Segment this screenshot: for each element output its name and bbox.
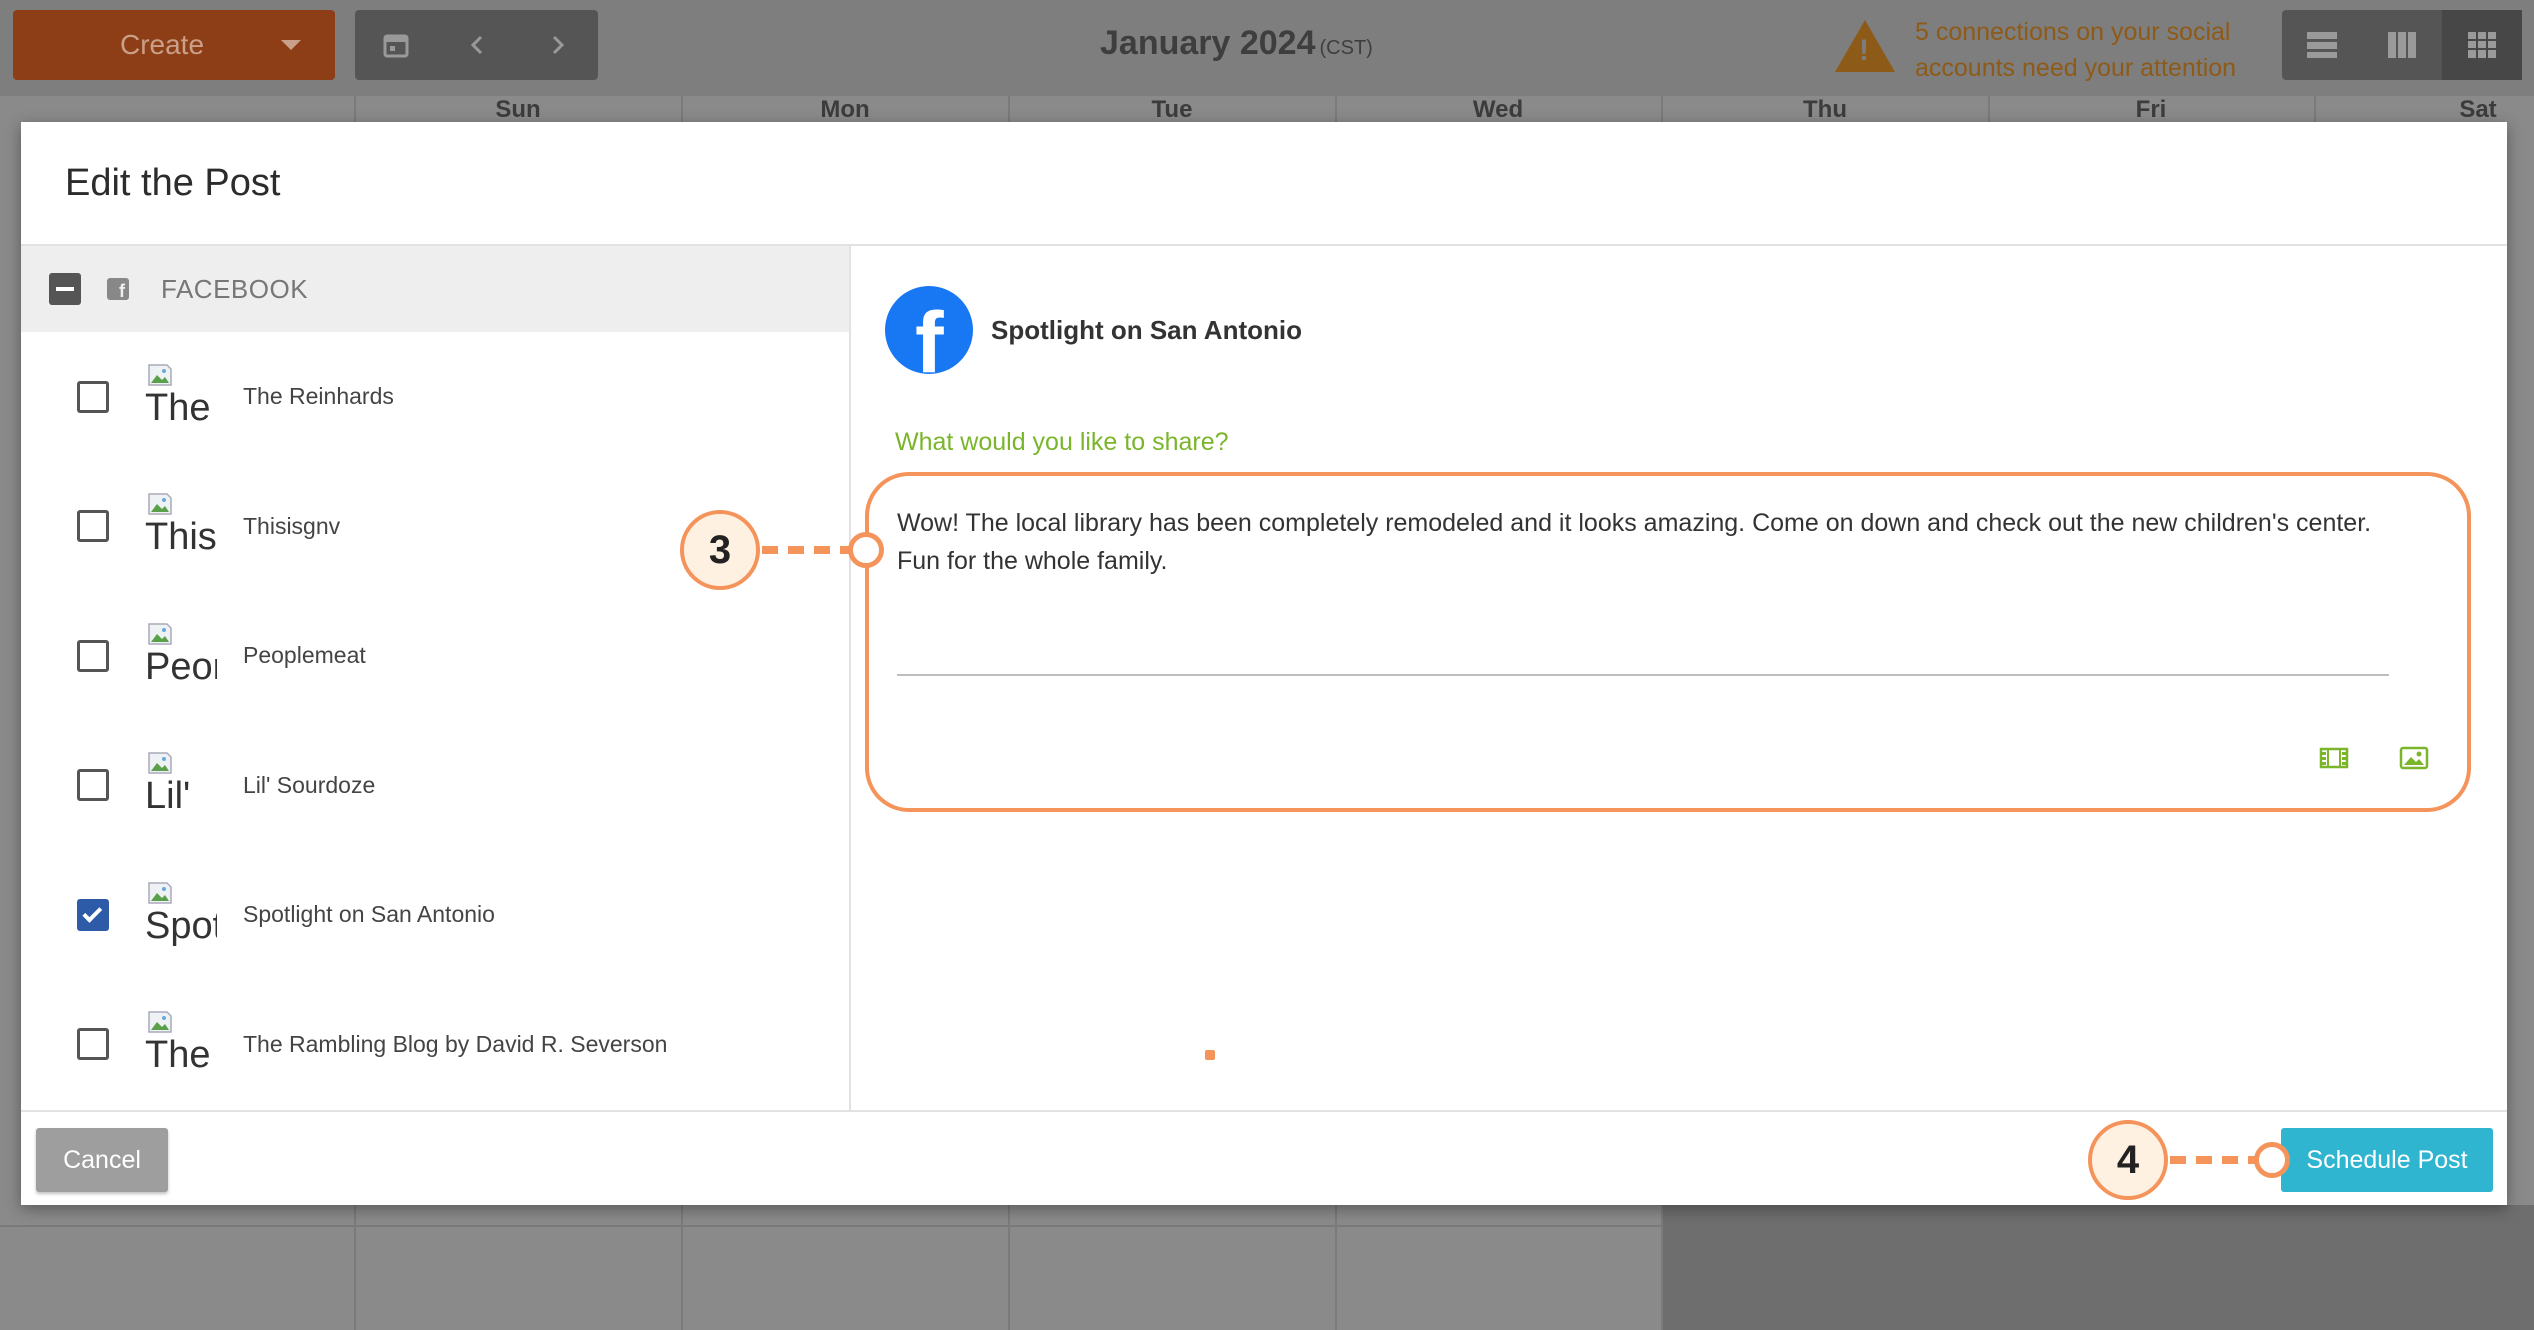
avatar-alt-text: Thisi (145, 516, 217, 559)
timezone-label: (CST) (1319, 37, 1373, 59)
facebook-group-header[interactable]: f FACEBOOK (21, 246, 849, 332)
month-title: January 2024 (CST) (1100, 24, 1373, 63)
facebook-icon: f (885, 286, 973, 374)
avatar: Peor (145, 620, 217, 692)
schedule-post-button[interactable]: Schedule Post (2281, 1128, 2493, 1192)
broken-image-icon (148, 493, 172, 515)
modal-body: f FACEBOOK The The Reinhards Thisi Thisi… (21, 246, 2507, 1110)
warning-text[interactable]: 5 connections on your social accounts ne… (1915, 14, 2275, 86)
cancel-button[interactable]: Cancel (36, 1128, 168, 1192)
account-row-lil-sourdoze[interactable]: Lil' Lil' Sourdoze (21, 721, 849, 851)
create-button-label: Create (119, 29, 205, 60)
avatar-alt-text: Peor (145, 645, 217, 688)
calendar-icon[interactable] (355, 10, 436, 80)
avatar-alt-text: The (145, 1034, 211, 1077)
callout-anchor (848, 532, 884, 568)
create-button[interactable]: Create (13, 10, 335, 80)
broken-image-icon (148, 882, 172, 904)
selected-page-header: f Spotlight on San Antonio (885, 286, 1302, 374)
account-checkbox-checked[interactable] (77, 898, 109, 931)
account-row-the-rambling-blog[interactable]: The The Rambling Blog by David R. Severs… (21, 980, 849, 1110)
edit-post-modal: Edit the Post f FACEBOOK The The Reinhar… (21, 122, 2507, 1205)
account-list: f FACEBOOK The The Reinhards Thisi Thisi… (21, 246, 851, 1110)
video-icon[interactable] (2319, 746, 2349, 770)
connection-warning[interactable]: ! 5 connections on your social accounts … (1835, 14, 2275, 86)
avatar: Lil' (145, 749, 217, 821)
callout-step-4: 4 (2088, 1120, 2168, 1200)
account-name: The Rambling Blog by David R. Severson (243, 1030, 668, 1057)
account-row-spotlight-on-san-antonio[interactable]: Spot Spotlight on San Antonio (21, 850, 849, 980)
post-editor: f Spotlight on San Antonio What would yo… (853, 246, 2507, 1110)
checkmark-icon (82, 902, 103, 923)
composer-divider (897, 674, 2389, 676)
chevron-left-icon[interactable] (436, 10, 517, 80)
account-name: Peoplemeat (243, 642, 366, 669)
post-composer-highlight: Wow! The local library has been complete… (865, 472, 2471, 812)
broken-image-icon (148, 752, 172, 774)
callout-connector (762, 546, 854, 554)
account-checkbox[interactable] (77, 639, 109, 672)
view-switcher (2282, 10, 2522, 80)
avatar: Spot (145, 879, 217, 951)
calendar-toolbar: Create January 2024 (CST) ! 5 connections… (0, 0, 2534, 96)
post-text-area[interactable]: Wow! The local library has been complete… (897, 504, 2417, 580)
avatar: The (145, 361, 217, 433)
broken-image-icon (148, 623, 172, 645)
account-name: Thisisgnv (243, 512, 341, 539)
broken-image-icon (148, 364, 172, 386)
chevron-down-icon[interactable] (281, 40, 301, 50)
callout-step-3: 3 (680, 510, 760, 590)
group-toggle-checkbox[interactable] (49, 273, 81, 305)
avatar-alt-text: Spot (145, 904, 217, 947)
week-view-icon[interactable] (2362, 10, 2442, 80)
account-name: The Reinhards (243, 383, 394, 410)
modal-header: Edit the Post (21, 122, 2507, 246)
month-view-icon[interactable] (2442, 10, 2522, 80)
share-prompt-label: What would you like to share? (895, 428, 1229, 456)
account-checkbox[interactable] (77, 510, 109, 543)
group-label: FACEBOOK (161, 273, 309, 304)
month-label: January 2024 (1100, 24, 1316, 62)
avatar-alt-text: Lil' (145, 775, 191, 818)
image-icon[interactable] (2399, 746, 2429, 770)
account-row-the-reinhards[interactable]: The The Reinhards (21, 332, 849, 462)
chevron-right-icon[interactable] (517, 10, 598, 80)
account-checkbox[interactable] (77, 380, 109, 413)
annotation-dot (1205, 1050, 1215, 1060)
calendar-nav-group (355, 10, 598, 80)
facebook-icon: f (107, 278, 129, 300)
account-name: Lil' Sourdoze (243, 771, 376, 798)
selected-page-name: Spotlight on San Antonio (991, 314, 1302, 345)
avatar-alt-text: The (145, 386, 211, 429)
avatar: Thisi (145, 490, 217, 562)
calendar-cell (1663, 1205, 2534, 1330)
broken-image-icon (148, 1011, 172, 1033)
modal-title: Edit the Post (65, 161, 281, 204)
list-view-icon[interactable] (2282, 10, 2362, 80)
account-row-peoplemeat[interactable]: Peor Peoplemeat (21, 591, 849, 721)
account-name: Spotlight on San Antonio (243, 901, 495, 928)
callout-anchor (2254, 1142, 2290, 1178)
warning-icon: ! (1835, 20, 1895, 72)
account-checkbox[interactable] (77, 769, 109, 802)
avatar: The (145, 1008, 217, 1080)
account-checkbox[interactable] (77, 1028, 109, 1061)
